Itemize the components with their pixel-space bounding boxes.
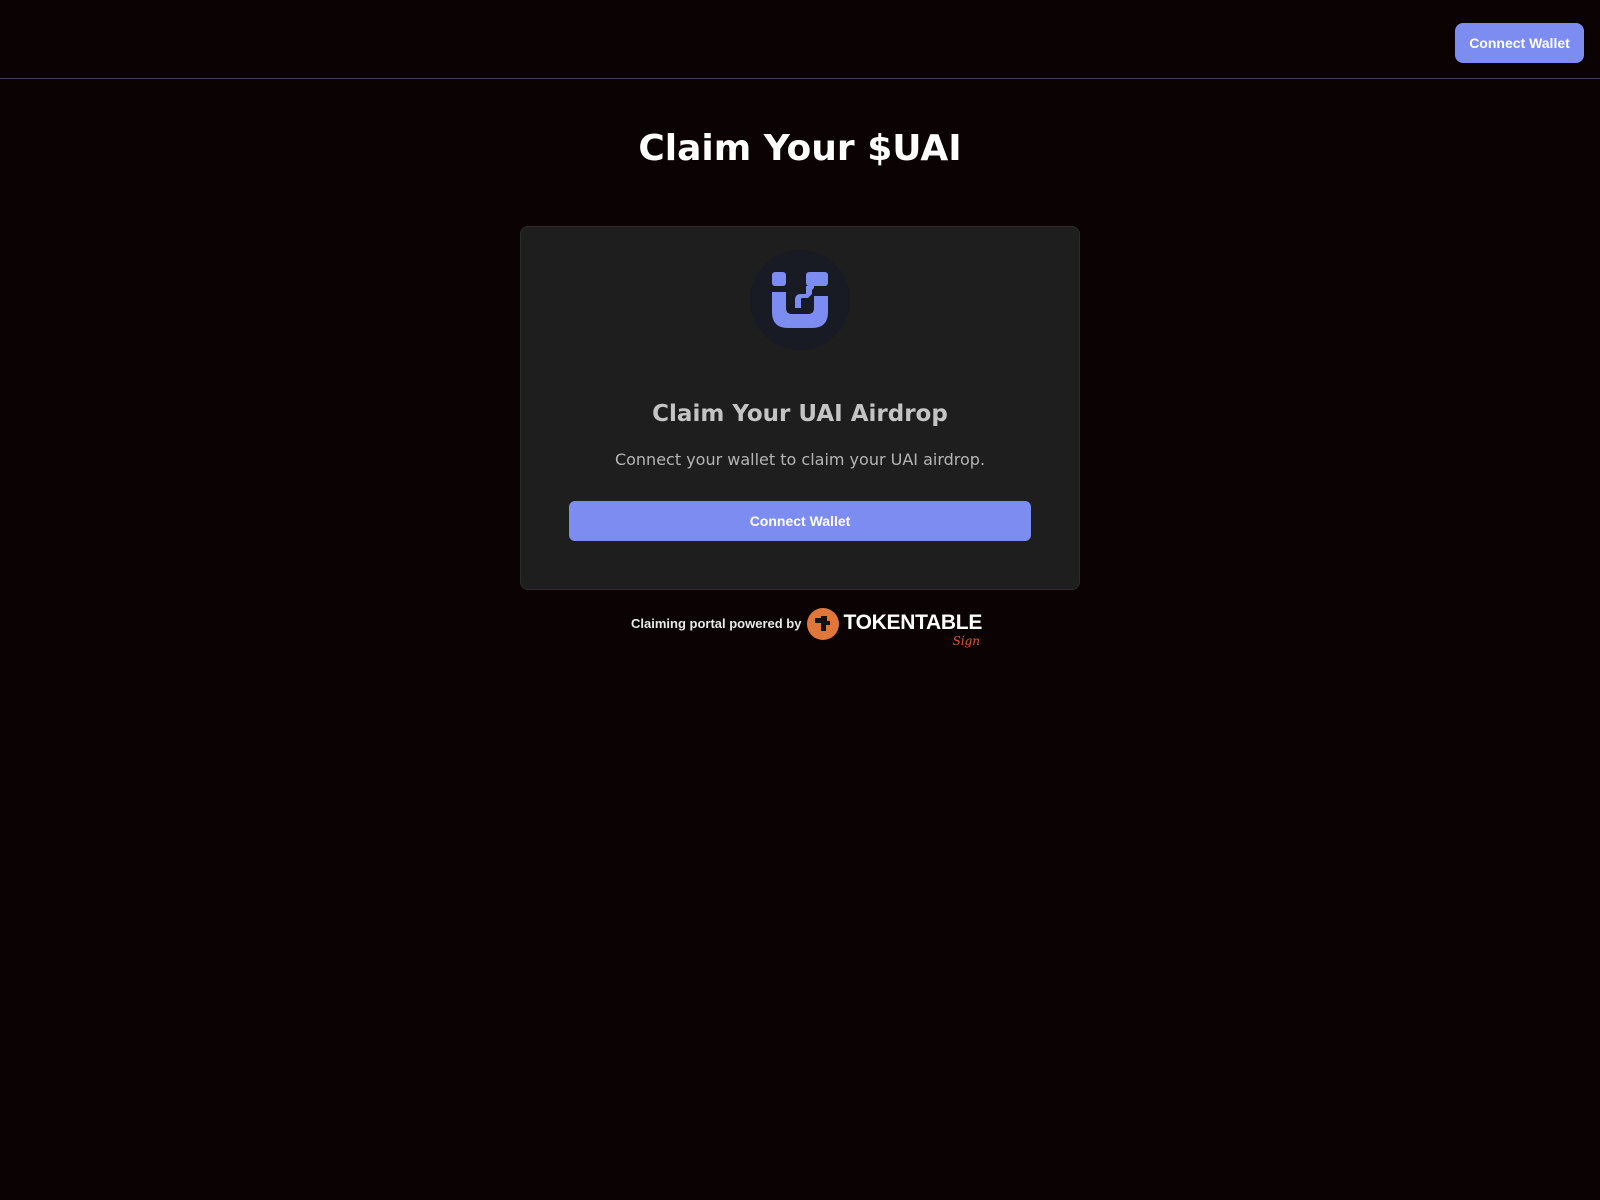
tokentable-logo[interactable]: TOKENTABLE Sign [807,607,983,648]
tokentable-mark-icon [815,616,831,631]
card-description: Connect your wallet to claim your UAI ai… [614,450,986,469]
page-title: Claim Your $UAI [638,128,962,169]
claim-card: Claim Your UAI Airdrop Connect your wall… [520,226,1080,590]
powered-by-footer: Claiming portal powered by TOKENTABLE Si… [631,602,982,652]
tokentable-wordmark: TOKENTABLE [843,611,983,634]
top-navbar: Connect Wallet [0,0,1600,79]
card-title: Claim Your UAI Airdrop [652,401,948,427]
tokentable-sign-script: Sign [952,634,981,648]
header-connect-wallet-button[interactable]: Connect Wallet [1455,23,1584,63]
uai-logo-icon [750,250,850,350]
connect-wallet-button[interactable]: Connect Wallet [569,501,1031,541]
tokentable-badge-icon [807,608,840,640]
powered-by-text: Claiming portal powered by [631,615,802,631]
uai-logo-glyph [772,272,828,328]
